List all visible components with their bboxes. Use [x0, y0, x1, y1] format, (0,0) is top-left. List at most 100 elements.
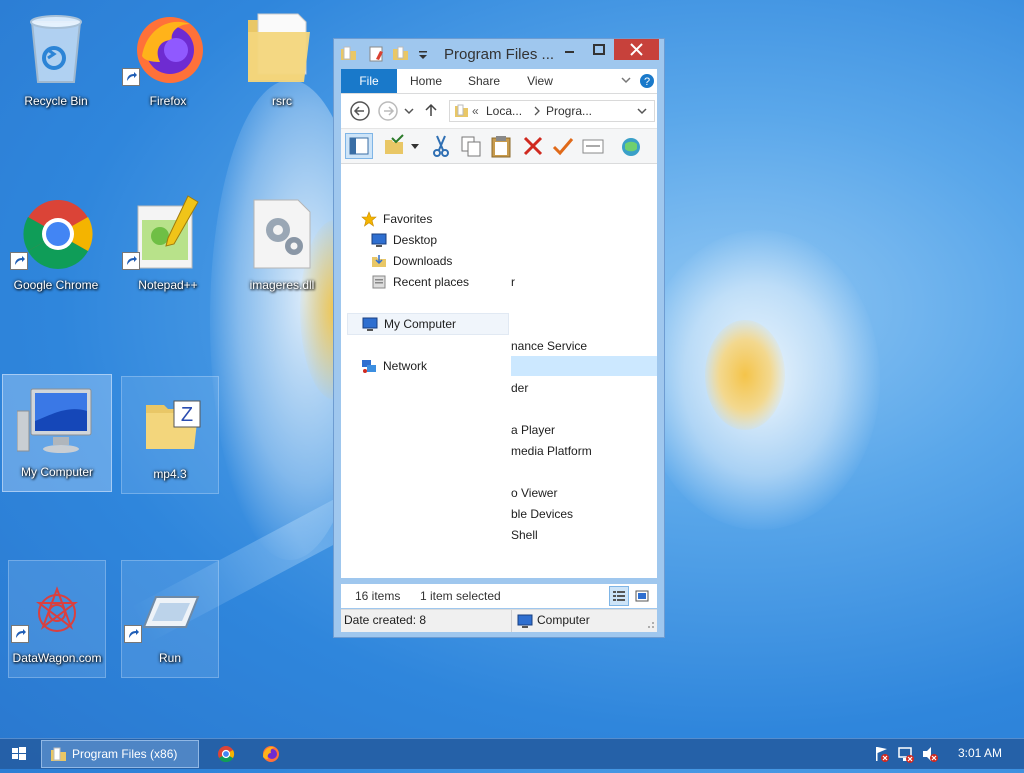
- computer-icon: [517, 613, 533, 629]
- forward-button[interactable]: [377, 100, 399, 122]
- file-list-item[interactable]: ble Devices: [511, 507, 573, 521]
- properties-icon[interactable]: [368, 45, 386, 63]
- recent-locations-icon[interactable]: [403, 104, 415, 116]
- nav-my-computer[interactable]: My Computer: [347, 313, 509, 335]
- taskbar: Program Files (x86) 3:01 AM: [0, 738, 1024, 769]
- address-overflow[interactable]: «: [472, 104, 479, 118]
- computer-icon: [362, 316, 378, 332]
- file-list-item[interactable]: nance Service: [511, 339, 587, 353]
- window-title: Program Files ...: [444, 46, 555, 63]
- chevron-right-icon: [532, 105, 542, 117]
- svg-text:?: ?: [644, 76, 650, 88]
- tab-share[interactable]: Share: [463, 69, 505, 93]
- notepad-plus-plus-icon: [130, 194, 206, 270]
- address-dropdown-icon[interactable]: [636, 105, 648, 117]
- start-button[interactable]: [6, 740, 32, 768]
- star-icon: [361, 211, 377, 227]
- details-view-button[interactable]: [609, 586, 629, 606]
- maximize-button[interactable]: [586, 39, 612, 60]
- resize-grip-icon[interactable]: [645, 618, 655, 628]
- file-list-item[interactable]: a Player: [511, 423, 555, 437]
- shortcut-arrow-icon: [122, 252, 140, 270]
- downloads-folder-icon: [371, 253, 387, 269]
- location-label: Computer: [537, 613, 590, 627]
- desktop-icon-datawagon[interactable]: DataWagon.com: [8, 560, 106, 678]
- address-segment-local[interactable]: Loca...: [486, 104, 522, 118]
- rename-check-icon[interactable]: [551, 134, 575, 158]
- command-toolbar: [341, 129, 657, 164]
- file-list-selected-row[interactable]: [511, 356, 657, 376]
- back-button[interactable]: [349, 100, 371, 122]
- taskbar-chrome[interactable]: [214, 740, 238, 768]
- wallpaper-flower-right-center: [705, 320, 785, 430]
- run-icon: [132, 567, 208, 643]
- desktop-icon-notepad-plus-plus[interactable]: Notepad++: [120, 188, 216, 304]
- desktop-icon-label: Google Chrome: [13, 278, 99, 292]
- desktop-icon-rsrc-folder[interactable]: rsrc: [234, 4, 330, 120]
- properties-card-icon[interactable]: [581, 134, 605, 158]
- copy-icon[interactable]: [459, 134, 483, 158]
- datawagon-logo-icon: [19, 567, 95, 643]
- expand-ribbon-icon[interactable]: [619, 73, 633, 87]
- desktop-icon-label: Run: [158, 651, 181, 665]
- desktop-icon-my-computer[interactable]: My Computer: [2, 374, 112, 492]
- file-list-item[interactable]: Shell: [511, 528, 538, 542]
- taskbar-firefox[interactable]: [259, 740, 283, 768]
- recycle-bin-icon: [18, 10, 94, 86]
- desktop-icon-label: imageres.dll: [249, 278, 315, 292]
- help-icon[interactable]: ?: [639, 73, 655, 89]
- delete-icon[interactable]: [521, 134, 545, 158]
- file-list-item[interactable]: media Platform: [511, 444, 592, 458]
- desktop-icon-label: DataWagon.com: [12, 651, 102, 665]
- desktop-icon-run[interactable]: Run: [121, 560, 219, 678]
- paste-icon[interactable]: [489, 134, 513, 158]
- close-button[interactable]: [614, 39, 659, 60]
- large-icons-view-button[interactable]: [633, 587, 651, 605]
- flag-warning-icon[interactable]: [872, 740, 892, 768]
- desktop-icon-recycle-bin[interactable]: Recycle Bin: [8, 4, 104, 120]
- file-list-item[interactable]: r: [511, 275, 515, 289]
- address-bar[interactable]: « Loca... Progra...: [449, 100, 655, 122]
- network-tray-icon[interactable]: [896, 740, 916, 768]
- desktop-icon-google-chrome[interactable]: Google Chrome: [8, 188, 104, 304]
- status-bar: 16 items 1 item selected: [341, 584, 657, 608]
- firefox-icon: [130, 10, 206, 86]
- network-globe-icon[interactable]: [619, 134, 643, 158]
- zipped-folder-icon: Z: [132, 383, 208, 459]
- folder-icon: [340, 45, 358, 63]
- file-pane[interactable]: Favorites Desktop Downloads Recent place…: [341, 164, 657, 578]
- new-folder-icon[interactable]: [392, 45, 410, 63]
- chevron-down-icon[interactable]: [409, 134, 421, 158]
- up-button[interactable]: [423, 102, 439, 118]
- tab-home[interactable]: Home: [405, 69, 447, 93]
- navigation-pane-button[interactable]: [345, 133, 373, 159]
- tab-view[interactable]: View: [519, 69, 561, 93]
- minimize-button[interactable]: [556, 39, 582, 60]
- title-bar[interactable]: Program Files ...: [334, 39, 664, 69]
- folder-icon: [454, 103, 470, 119]
- shortcut-arrow-icon: [11, 625, 29, 643]
- taskbar-clock[interactable]: 3:01 AM: [948, 746, 1012, 760]
- address-segment-program-files[interactable]: Progra...: [546, 104, 592, 118]
- customize-quick-access-icon[interactable]: [414, 45, 432, 63]
- date-created: Date created: 8: [344, 613, 427, 627]
- shortcut-arrow-icon: [122, 68, 140, 86]
- file-list-item[interactable]: o Viewer: [511, 486, 557, 500]
- folder-icon: [244, 10, 320, 86]
- desktop-icon-label: rsrc: [272, 94, 292, 108]
- network-icon: [361, 358, 377, 374]
- desktop-icon-firefox[interactable]: Firefox: [120, 4, 216, 120]
- desktop-icon-label: My Computer: [20, 465, 94, 479]
- cut-icon[interactable]: [429, 134, 453, 158]
- tab-file[interactable]: File: [341, 69, 397, 93]
- shortcut-arrow-icon: [10, 252, 28, 270]
- folder-icon: [50, 746, 68, 764]
- desktop-icon: [371, 232, 387, 248]
- desktop-icon-imageres-dll[interactable]: imageres.dll: [234, 188, 330, 304]
- file-list-item[interactable]: der: [511, 381, 528, 395]
- taskbar-file-explorer[interactable]: Program Files (x86): [41, 740, 199, 768]
- desktop-icon-mp4-3[interactable]: Z mp4.3: [121, 376, 219, 494]
- select-folder-icon[interactable]: [383, 134, 407, 158]
- volume-muted-icon[interactable]: [920, 740, 940, 768]
- explorer-window[interactable]: Program Files ... File Home Share View ?: [333, 38, 665, 638]
